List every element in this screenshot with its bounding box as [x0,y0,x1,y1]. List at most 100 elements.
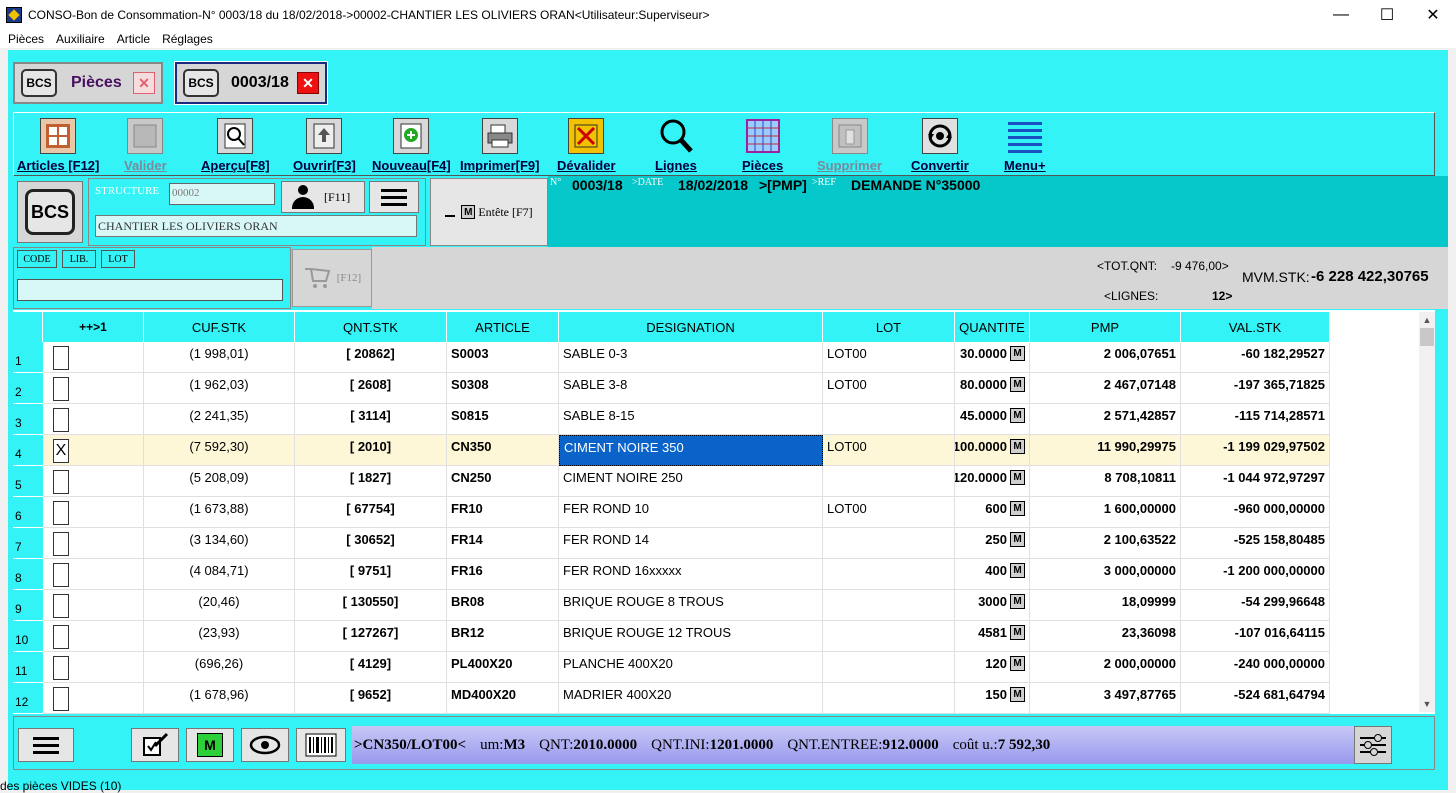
cell-desig[interactable]: FER ROND 16xxxxx [559,559,823,590]
m-icon[interactable]: M [1010,470,1025,485]
cell-qnt[interactable]: [ 127267] [295,621,447,652]
scroll-up-icon[interactable]: ▲ [1419,312,1435,328]
header-lot[interactable]: LOT [823,312,955,342]
row-number[interactable]: 8 [13,559,43,590]
table-row[interactable]: 5 (5 208,09)[ 1827] CN250 CIMENT NOIRE 250 8… [13,466,1330,497]
row-number[interactable]: 10 [13,621,43,652]
apercu-button[interactable]: Aperçu[F8] [201,113,270,175]
cell-quantite[interactable]: 100.0000 M [955,435,1030,466]
close-window-button[interactable]: ✕ [1410,0,1456,30]
m-icon[interactable]: M [1010,439,1025,454]
cell-pmp[interactable]: 23,36098 [1030,621,1181,652]
header-qnt-stk[interactable]: QNT.STK [295,312,447,342]
cell-val[interactable]: -240 000,00000 [1181,652,1330,683]
row-number[interactable]: 3 [13,404,43,435]
cell-lot[interactable]: LOT00 [823,435,955,466]
table-row[interactable]: 2 (1 962,03)[ 2608] S0308 SABLE 3-8 LOT00 2 4… [13,373,1330,404]
minimize-button[interactable]: — [1318,0,1364,30]
m-icon[interactable]: M [1010,377,1025,392]
header-val-stk[interactable]: VAL.STK [1181,312,1330,342]
header-pmp[interactable]: PMP [1030,312,1181,342]
scroll-down-icon[interactable]: ▼ [1419,696,1435,712]
m-icon[interactable]: M [1010,346,1025,361]
row-number[interactable]: 9 [13,590,43,621]
close-tab-document-icon[interactable]: ✕ [297,72,319,94]
cell-article[interactable]: S0815 [447,404,559,435]
header-designation[interactable]: DESIGNATION [559,312,823,342]
row-number[interactable]: 7 [13,528,43,559]
cell-desig[interactable]: CIMENT NOIRE 250 [559,466,823,497]
row-number[interactable]: 5 [13,466,43,497]
supprimer-button[interactable]: Supprimer [817,113,882,175]
cell-qnt[interactable]: [ 9652] [295,683,447,714]
cell-lot[interactable] [823,621,955,652]
m-icon[interactable]: M [1010,625,1025,640]
cell-desig[interactable]: SABLE 0-3 [559,342,823,373]
cell-quantite[interactable]: 400 M [955,559,1030,590]
cart-button[interactable]: [F12] [292,249,372,307]
table-row[interactable]: 3 (2 241,35)[ 3114] S0815 SABLE 8-15 2 571,4… [13,404,1330,435]
cell-desig[interactable]: BRIQUE ROUGE 12 TROUS [559,621,823,652]
cell-qnt[interactable]: [ 20862] [295,342,447,373]
m-icon[interactable]: M [1010,532,1025,547]
cell-pmp[interactable]: 2 100,63522 [1030,528,1181,559]
cell-article[interactable]: FR10 [447,497,559,528]
cell-lot[interactable]: LOT00 [823,373,955,404]
cell-val[interactable]: -1 044 972,97297 [1181,466,1330,497]
nouveau-button[interactable]: Nouveau[F4] [372,113,451,175]
structure-name-field[interactable]: CHANTIER LES OLIVIERS ORAN [95,215,417,237]
table-row[interactable]: 6 (1 673,88)[ 67754] FR10 FER ROND 10 LOT00 1… [13,497,1330,528]
search-tab-code[interactable]: CODE [17,250,57,268]
row-checkbox[interactable] [53,656,69,680]
cell-qnt[interactable]: [ 9751] [295,559,447,590]
m-button[interactable]: M [186,728,234,762]
row-number[interactable]: 11 [13,652,43,683]
menu-pieces[interactable]: Pièces [8,32,44,46]
cell-quantite[interactable]: 600 M [955,497,1030,528]
cell-val[interactable]: -107 016,64115 [1181,621,1330,652]
cell-val[interactable]: -1 199 029,97502 [1181,435,1330,466]
user-button[interactable]: [F11] [281,181,365,213]
valider-button[interactable]: Valider [124,113,167,175]
m-icon[interactable]: M [1010,408,1025,423]
row-checkbox[interactable] [53,408,69,432]
grid-scrollbar[interactable]: ▲ ▼ [1419,312,1435,712]
tab-pieces[interactable]: BCS Pièces ✕ [13,62,163,104]
row-checkbox[interactable] [53,470,69,494]
m-icon[interactable]: M [1010,594,1025,609]
cell-desig[interactable]: BRIQUE ROUGE 8 TROUS [559,590,823,621]
cell-quantite[interactable]: 120 M [955,652,1030,683]
cell-pmp[interactable]: 18,09999 [1030,590,1181,621]
devalider-button[interactable]: Dévalider [557,113,616,175]
cell-desig[interactable]: PLANCHE 400X20 [559,652,823,683]
cell-article[interactable]: FR16 [447,559,559,590]
cell-qnt[interactable]: [ 67754] [295,497,447,528]
cell-pmp[interactable]: 3 000,00000 [1030,559,1181,590]
cell-qnt[interactable]: [ 4129] [295,652,447,683]
cell-article[interactable]: PL400X20 [447,652,559,683]
settings-button[interactable] [1354,726,1392,764]
cell-qnt[interactable]: [ 1827] [295,466,447,497]
search-tab-lib[interactable]: LIB. [62,250,96,268]
cell-article[interactable]: CN250 [447,466,559,497]
view-button[interactable] [241,728,289,762]
convertir-button[interactable]: Convertir [911,113,969,175]
cell-article[interactable]: CN350 [447,435,559,466]
search-tab-lot[interactable]: LOT [101,250,135,268]
row-number[interactable]: 6 [13,497,43,528]
cell-article[interactable]: S0003 [447,342,559,373]
row-number[interactable]: 4 [13,435,43,466]
row-checkbox[interactable]: X [53,439,69,463]
cell-val[interactable]: -60 182,29527 [1181,342,1330,373]
cell-quantite[interactable]: 4581 M [955,621,1030,652]
cell-val[interactable]: -54 299,96648 [1181,590,1330,621]
table-row[interactable]: 12 (1 678,96)[ 9652] MD400X20 MADRIER 400X2… [13,683,1330,714]
cell-desig[interactable]: SABLE 3-8 [559,373,823,404]
cell-cuf[interactable]: (20,46) [144,590,295,621]
cell-desig[interactable]: MADRIER 400X20 [559,683,823,714]
cell-cuf[interactable]: (7 592,30) [144,435,295,466]
tab-document[interactable]: BCS 0003/18 ✕ [174,61,328,105]
row-number[interactable]: 2 [13,373,43,404]
cell-pmp[interactable]: 11 990,29975 [1030,435,1181,466]
maximize-button[interactable]: ☐ [1364,0,1410,30]
